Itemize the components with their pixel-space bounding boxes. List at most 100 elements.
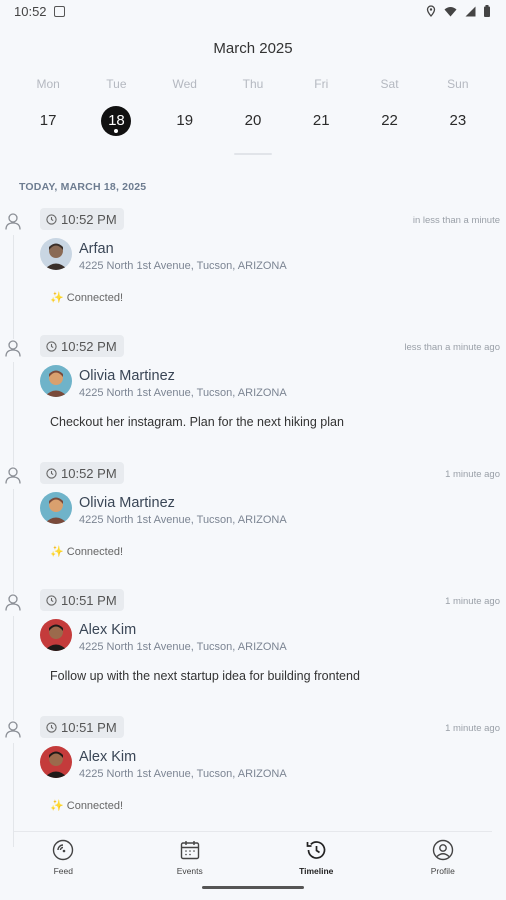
time-chip: 10:51 PM — [40, 716, 124, 738]
drag-handle[interactable] — [234, 153, 272, 155]
person-icon — [5, 721, 21, 743]
status-time: 10:52 — [14, 4, 47, 19]
relative-time: in less than a minute — [412, 215, 500, 226]
avatar[interactable] — [40, 619, 72, 651]
avatar[interactable] — [40, 746, 72, 778]
entry-status: ✨ Connected! — [50, 292, 124, 304]
person-icon — [5, 213, 21, 235]
day-wed[interactable]: Wed 19 — [151, 76, 219, 136]
person-icon — [5, 594, 21, 616]
day-number[interactable]: 19 — [170, 106, 200, 136]
week-strip: Mon 17 Tue 18 Wed 19 Thu 20 Fri 21 Sat 22 Sun 23 — [14, 76, 492, 136]
avatar[interactable] — [40, 365, 72, 397]
status-icons — [426, 5, 490, 17]
clock-icon — [46, 340, 57, 352]
avatar[interactable] — [40, 238, 72, 270]
entry-time: 10:52 PM — [61, 338, 117, 354]
entry-message: Checkout her instagram. Plan for the nex… — [50, 415, 344, 429]
entry-status: ✨ Connected! — [50, 800, 124, 812]
month-title[interactable]: March 2025 — [0, 40, 506, 57]
entry-time: 10:51 PM — [61, 719, 117, 735]
person-address: 4225 North 1st Avenue, Tucson, ARIZONA — [79, 387, 287, 399]
day-name: Wed — [172, 77, 197, 91]
person-name[interactable]: Olivia Martinez — [79, 495, 175, 511]
timeline-entry[interactable]: 10:52 PM less than a minute ago Olivia Mar… — [0, 335, 506, 466]
nav-profile[interactable]: Profile — [380, 838, 506, 882]
clock-icon — [46, 594, 57, 606]
person-name[interactable]: Alex Kim — [79, 749, 136, 765]
day-sat[interactable]: Sat 22 — [355, 76, 423, 136]
avatar[interactable] — [40, 492, 72, 524]
time-chip: 10:52 PM — [40, 208, 124, 230]
day-name: Sat — [380, 77, 399, 91]
entry-time: 10:52 PM — [61, 465, 117, 481]
calendar-icon — [178, 838, 202, 862]
entry-time: 10:51 PM — [61, 592, 117, 608]
feed-icon — [51, 838, 75, 862]
day-mon[interactable]: Mon 17 — [14, 76, 82, 136]
day-number[interactable]: 22 — [375, 106, 405, 136]
time-chip: 10:52 PM — [40, 335, 124, 357]
bottom-nav-divider — [14, 831, 492, 832]
day-tue[interactable]: Tue 18 — [82, 76, 150, 136]
day-sun[interactable]: Sun 23 — [424, 76, 492, 136]
day-name: Fri — [314, 77, 329, 91]
nav-timeline[interactable]: Timeline — [253, 838, 380, 882]
nav-label: Profile — [430, 866, 455, 876]
signal-icon — [465, 6, 476, 16]
day-number[interactable]: 20 — [238, 106, 268, 136]
date-section-label: TODAY, MARCH 18, 2025 — [19, 181, 147, 193]
timeline-entry[interactable]: 10:51 PM 1 minute ago Alex Kim 4225 North 1… — [0, 589, 506, 720]
day-name: Tue — [106, 77, 127, 91]
person-icon — [5, 467, 21, 489]
day-name: Mon — [36, 77, 60, 91]
person-address: 4225 North 1st Avenue, Tucson, ARIZONA — [79, 514, 287, 526]
timeline-connector — [13, 235, 14, 339]
timeline-connector — [13, 489, 14, 593]
timeline-entry[interactable]: 10:52 PM in less than a minute Arfan 4225 N… — [0, 208, 506, 339]
entry-message: Follow up with the next startup idea for… — [50, 669, 360, 683]
nav-label: Feed — [53, 866, 73, 876]
history-icon — [304, 838, 328, 862]
person-name[interactable]: Olivia Martinez — [79, 368, 175, 384]
timeline-entry[interactable]: 10:52 PM 1 minute ago Olivia Martinez 4225 … — [0, 462, 506, 593]
notification-icon — [54, 6, 65, 17]
profile-icon — [431, 838, 455, 862]
person-icon — [5, 340, 21, 362]
time-chip: 10:52 PM — [40, 462, 124, 484]
person-name[interactable]: Arfan — [79, 241, 114, 257]
day-name: Sun — [447, 77, 469, 91]
entry-status: ✨ Connected! — [50, 546, 124, 558]
nav-events[interactable]: Events — [127, 838, 254, 882]
person-address: 4225 North 1st Avenue, Tucson, ARIZONA — [79, 641, 287, 653]
timeline-connector — [13, 362, 14, 466]
day-fri[interactable]: Fri 21 — [287, 76, 355, 136]
relative-time: 1 minute ago — [445, 723, 500, 734]
relative-time: less than a minute ago — [404, 342, 500, 353]
bottom-nav: Feed Events Timeline Profile — [0, 838, 506, 882]
clock-icon — [46, 721, 57, 733]
time-chip: 10:51 PM — [40, 589, 124, 611]
timeline-entry[interactable]: 10:51 PM 1 minute ago Alex Kim 4225 North 1… — [0, 716, 506, 847]
day-number[interactable]: 21 — [306, 106, 336, 136]
timeline-connector — [13, 616, 14, 720]
relative-time: 1 minute ago — [445, 469, 500, 480]
person-name[interactable]: Alex Kim — [79, 622, 136, 638]
nav-label: Events — [176, 866, 203, 876]
location-icon — [426, 5, 436, 17]
day-number[interactable]: 23 — [443, 106, 473, 136]
wifi-icon — [444, 6, 457, 16]
nav-feed[interactable]: Feed — [0, 838, 127, 882]
person-address: 4225 North 1st Avenue, Tucson, ARIZONA — [79, 768, 287, 780]
person-address: 4225 North 1st Avenue, Tucson, ARIZONA — [79, 260, 287, 272]
day-thu[interactable]: Thu 20 — [219, 76, 287, 136]
clock-icon — [46, 213, 57, 225]
entry-time: 10:52 PM — [61, 211, 117, 227]
relative-time: 1 minute ago — [445, 596, 500, 607]
home-indicator[interactable] — [202, 886, 304, 889]
selected-day-number[interactable]: 18 — [101, 106, 132, 136]
day-number[interactable]: 17 — [33, 106, 63, 136]
nav-label: Timeline — [299, 866, 334, 876]
day-name: Thu — [242, 77, 264, 91]
clock-icon — [46, 467, 57, 479]
